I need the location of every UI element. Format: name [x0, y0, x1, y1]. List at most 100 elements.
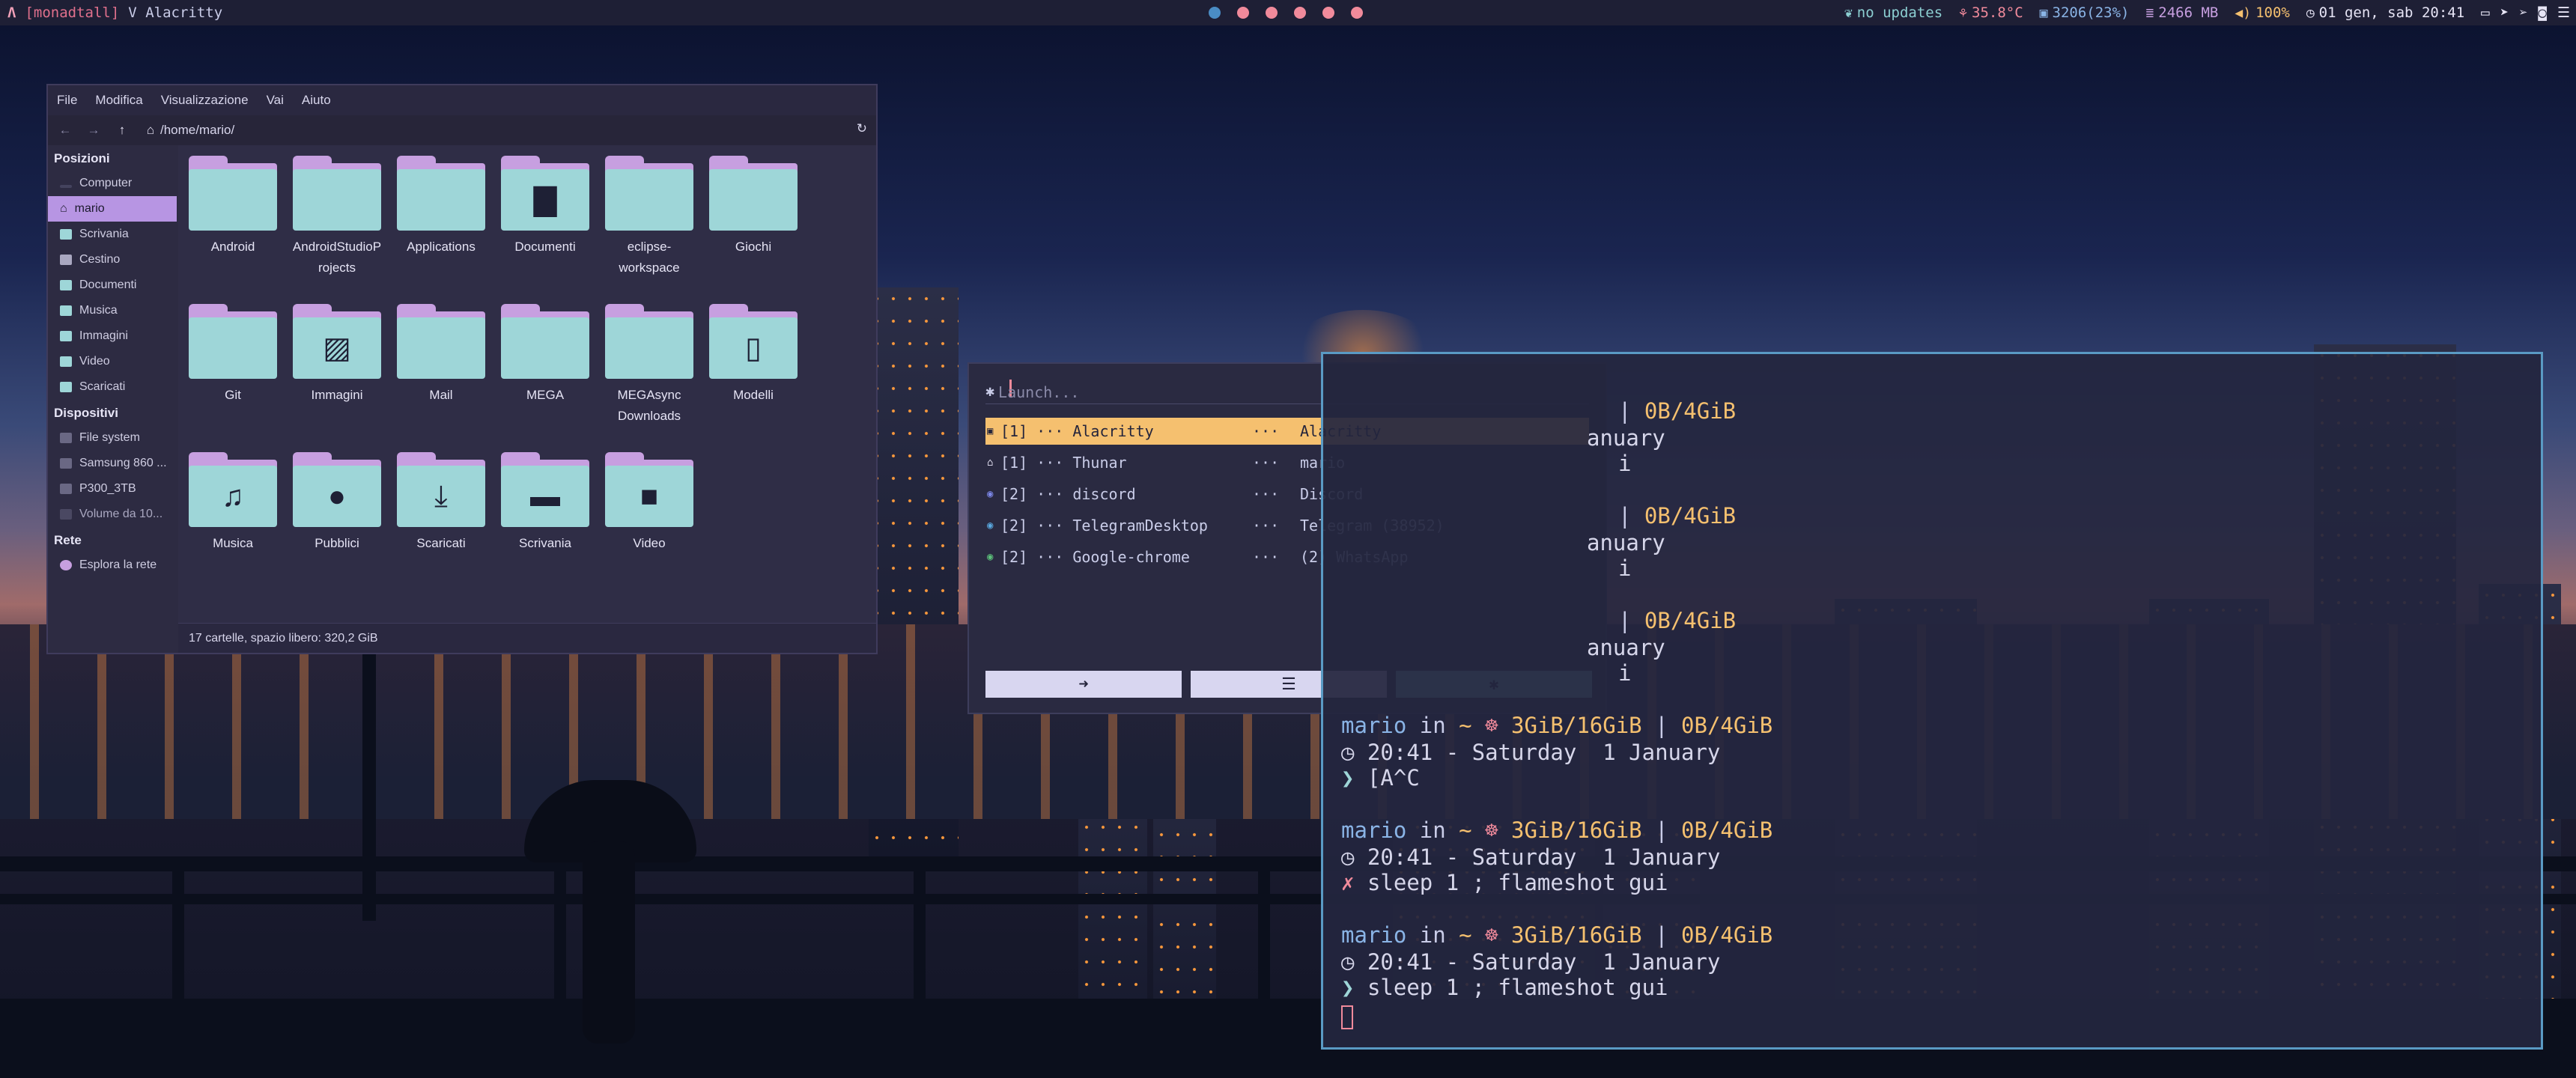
folder-item[interactable]: ⤓ Scaricati [389, 452, 493, 554]
sidebar-item-filesystem[interactable]: File system [48, 425, 177, 451]
telegram-icon: ◉ [987, 520, 994, 532]
terminal-line: i [1618, 555, 1632, 581]
sidebar-label: Musica [79, 304, 118, 317]
menu-aiuto[interactable]: Aiuto [302, 93, 331, 108]
path-bar[interactable]: /home/mario/ [160, 123, 234, 138]
folder-item[interactable]: AndroidStudioP rojects [285, 156, 389, 278]
error-cross-icon: ✗ [1341, 870, 1355, 895]
user-name: mario [1341, 922, 1407, 948]
arrow-right-icon: ➜ [1078, 674, 1089, 694]
folder-item[interactable]: ♫ Musica [181, 452, 285, 554]
status-bar: 17 cartelle, spazio libero: 320,2 GiB [178, 623, 876, 653]
brain-icon: ☸ [1485, 713, 1498, 738]
menu-visualizzazione[interactable]: Visualizzazione [161, 93, 249, 108]
clock-icon: ◷ [1341, 844, 1355, 870]
workspace-1[interactable] [1209, 7, 1221, 19]
folder-icon [605, 156, 693, 231]
window-class: Alacritty [1072, 422, 1154, 440]
window-title: V Alacritty [128, 4, 222, 21]
terminal-line: | 0B/4GiB [1618, 398, 1737, 424]
layout-indicator[interactable]: [monadtall] [25, 4, 119, 21]
folder-item[interactable]: Giochi [702, 156, 805, 258]
sidebar-item-samsung[interactable]: Samsung 860 ... [48, 451, 177, 476]
file-manager-window: File Modifica Visualizzazione Vai Aiuto … [46, 84, 878, 654]
folder-item[interactable]: ■ Video [598, 452, 701, 554]
run-mode-button[interactable]: ➜ [985, 671, 1182, 698]
sidebar-item-video[interactable]: Video [48, 349, 177, 374]
folder-item[interactable]: eclipse- workspace [598, 156, 701, 278]
terminal-line: | 0B/4GiB [1618, 608, 1737, 633]
menu-vai[interactable]: Vai [267, 93, 284, 108]
command-text: sleep 1 ; flameshot gui [1367, 870, 1668, 895]
forward-icon[interactable]: → [85, 123, 102, 138]
sidebar-item-cestino[interactable]: Cestino [48, 247, 177, 272]
sidebar-item-mario[interactable]: ⌂ mario [48, 196, 177, 222]
speaker-icon: ◀) [2235, 4, 2252, 21]
folder-icon: ⤓ [397, 452, 485, 527]
folder-item[interactable]: ▯ Modelli [702, 304, 805, 406]
terminal-cursor [1341, 1005, 1353, 1029]
sidebar-item-computer[interactable]: Computer [48, 171, 177, 196]
up-icon[interactable]: ↑ [114, 123, 130, 138]
date-text: Saturday 1 January [1471, 949, 1721, 975]
workspace-2[interactable] [1237, 7, 1249, 19]
tray-discord-icon[interactable]: ◙ [2539, 4, 2547, 21]
workspace-5[interactable] [1322, 7, 1334, 19]
folder-item[interactable]: ● Pubblici [285, 452, 389, 554]
folder-item[interactable]: Android [181, 156, 285, 258]
alacritty-icon: V [128, 4, 137, 21]
workspace-4[interactable] [1294, 7, 1306, 19]
memory-widget: ≣ 2466 MB [2145, 4, 2218, 21]
folder-item[interactable]: Applications [389, 156, 493, 258]
workspace-3[interactable] [1266, 7, 1278, 19]
folder-label: Git [225, 388, 241, 402]
tray-telegram-icon[interactable]: ➤ [2500, 4, 2509, 21]
memory-text: 2466 MB [2158, 4, 2219, 21]
back-icon[interactable]: ← [57, 123, 73, 138]
folder-icon [189, 156, 277, 231]
arch-logo-icon[interactable]: Λ [7, 4, 16, 21]
folder-item[interactable]: ▬ Scrivania [493, 452, 597, 554]
menu-file[interactable]: File [57, 93, 77, 108]
window-title-text: Alacritty [145, 4, 223, 21]
terminal-line: anuary [1587, 635, 1665, 660]
sidebar-item-documenti[interactable]: Documenti [48, 272, 177, 298]
sidebar-item-network[interactable]: Esplora la rete [48, 552, 177, 578]
tray-screen-icon[interactable]: ▭ [2481, 4, 2489, 21]
search-input[interactable]: Launch... [998, 383, 1079, 401]
sidebar-item-immagini[interactable]: Immagini [48, 323, 177, 349]
download-icon: ⤓ [434, 480, 448, 513]
reload-icon[interactable]: ↻ [857, 121, 867, 136]
tray-send-icon[interactable]: ➢ [2519, 4, 2527, 21]
folder-item[interactable]: MEGAsync Downloads [598, 304, 701, 427]
terminal-window[interactable]: | 0B/4GiB anuary i | 0B/4GiB anuary i | … [1321, 352, 2543, 1050]
volume-widget[interactable]: ◀) 100% [2235, 4, 2289, 21]
menu-modifica[interactable]: Modifica [95, 93, 142, 108]
updates-widget[interactable]: ❦ no updates [1844, 4, 1942, 21]
command-text: [A^C [1367, 765, 1420, 791]
sidebar-item-scaricati[interactable]: Scaricati [48, 374, 177, 400]
time-line: ◷ 20:41 - Saturday 1 January [1341, 949, 1721, 975]
sidebar-item-musica[interactable]: Musica [48, 298, 177, 323]
sidebar-item-volume[interactable]: Volume da 10... [48, 502, 177, 527]
sidebar-label: Esplora la rete [79, 558, 157, 571]
folder-item[interactable]: Git [181, 304, 285, 406]
folder-label: Scrivania [519, 536, 571, 550]
home-icon[interactable]: ⌂ [142, 123, 159, 138]
file-view[interactable]: Android AndroidStudioP rojects Application… [178, 145, 876, 623]
folder-item[interactable]: ▇ Documenti [493, 156, 597, 258]
terminal-line: | 0B/4GiB [1618, 503, 1737, 529]
workspace-6[interactable] [1351, 7, 1363, 19]
folder-item[interactable]: MEGA [493, 304, 597, 406]
video-icon: ■ [640, 480, 659, 513]
drive-icon [60, 433, 72, 443]
terminal-line: anuary [1587, 425, 1665, 451]
swap-usage: 0B/4GiB [1681, 713, 1773, 738]
mem-usage: 3GiB/16GiB [1511, 922, 1642, 948]
folder-item[interactable]: ▨ Immagini [285, 304, 389, 406]
separator: ··· [1252, 422, 1280, 440]
sidebar-item-scrivania[interactable]: Scrivania [48, 222, 177, 247]
tray-menu-icon[interactable]: ☰ [2557, 4, 2570, 21]
sidebar-item-p300[interactable]: P300_3TB [48, 476, 177, 502]
folder-item[interactable]: Mail [389, 304, 493, 406]
